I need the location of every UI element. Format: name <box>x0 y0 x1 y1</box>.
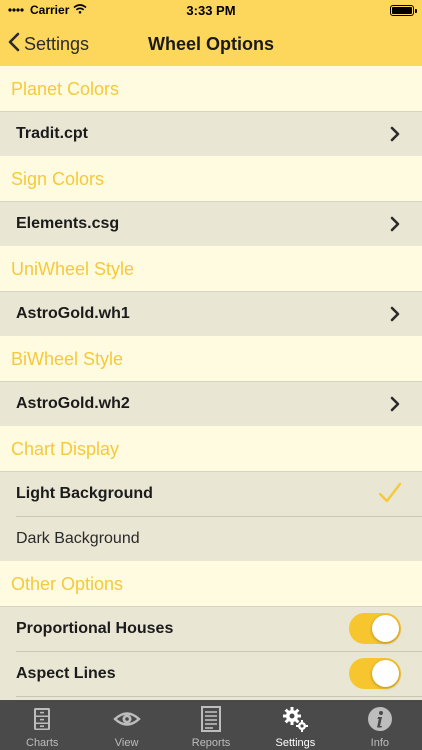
tab-view-label: View <box>114 737 139 749</box>
light-background-option[interactable]: Light Background <box>0 471 422 516</box>
proportional-houses-label: Proportional Houses <box>16 619 174 637</box>
sign-colors-row[interactable]: Elements.csg <box>0 201 422 246</box>
section-header-chart-display: Chart Display <box>0 426 422 471</box>
chevron-right-icon <box>390 126 400 142</box>
section-header-planet-colors: Planet Colors <box>0 66 422 111</box>
tab-info[interactable]: Info <box>338 700 422 750</box>
section-header-other-options: Other Options <box>0 561 422 606</box>
tab-settings[interactable]: Settings <box>253 700 337 750</box>
planet-colors-row[interactable]: Tradit.cpt <box>0 111 422 156</box>
tab-bar: Charts View Reports Settings Info <box>0 700 422 750</box>
eye-icon <box>112 712 141 726</box>
tab-view[interactable]: View <box>84 700 168 750</box>
proportional-houses-toggle[interactable] <box>349 613 401 644</box>
settings-list[interactable]: Planet Colors Tradit.cpt Sign Colors Ele… <box>0 66 422 700</box>
biwheel-style-row[interactable]: AstroGold.wh2 <box>0 381 422 426</box>
chevron-right-icon <box>390 396 400 412</box>
info-icon <box>367 707 392 731</box>
biwheel-style-value: AstroGold.wh2 <box>16 394 130 412</box>
tab-reports-label: Reports <box>191 737 231 749</box>
aspect-lines-row: Aspect Lines <box>0 651 422 696</box>
chevron-right-icon <box>390 306 400 322</box>
sign-colors-value: Elements.csg <box>16 214 120 232</box>
proportional-houses-row: Proportional Houses <box>0 606 422 651</box>
uniwheel-style-row[interactable]: AstroGold.wh1 <box>0 291 422 336</box>
planet-colors-value: Tradit.cpt <box>16 124 89 142</box>
aspect-lines-toggle[interactable] <box>349 658 401 689</box>
battery-icon <box>390 5 417 16</box>
gears-icon <box>283 707 309 732</box>
tab-info-label: Info <box>370 737 389 749</box>
section-header-sign-colors: Sign Colors <box>0 156 422 201</box>
chevron-right-icon <box>390 216 400 232</box>
uniwheel-style-value: AstroGold.wh1 <box>16 304 130 322</box>
section-header-biwheel-style: BiWheel Style <box>0 336 422 381</box>
tab-charts[interactable]: Charts <box>0 700 84 750</box>
dark-background-label: Dark Background <box>16 529 140 547</box>
nav-bar: Settings Wheel Options <box>0 22 422 66</box>
checkmark-icon <box>378 482 402 503</box>
status-bar: Carrier 3:33 PM <box>0 0 422 22</box>
section-header-uniwheel-style: UniWheel Style <box>0 246 422 291</box>
tab-charts-label: Charts <box>26 737 59 749</box>
light-background-label: Light Background <box>16 484 153 502</box>
cabinet-icon <box>34 708 51 730</box>
status-time: 3:33 PM <box>186 3 236 18</box>
dark-background-option[interactable]: Dark Background <box>0 516 422 561</box>
tab-reports[interactable]: Reports <box>169 700 253 750</box>
aspect-lines-label: Aspect Lines <box>16 664 116 682</box>
document-icon <box>201 706 222 732</box>
tab-settings-label: Settings <box>275 737 316 749</box>
page-title: Wheel Options <box>148 34 274 54</box>
